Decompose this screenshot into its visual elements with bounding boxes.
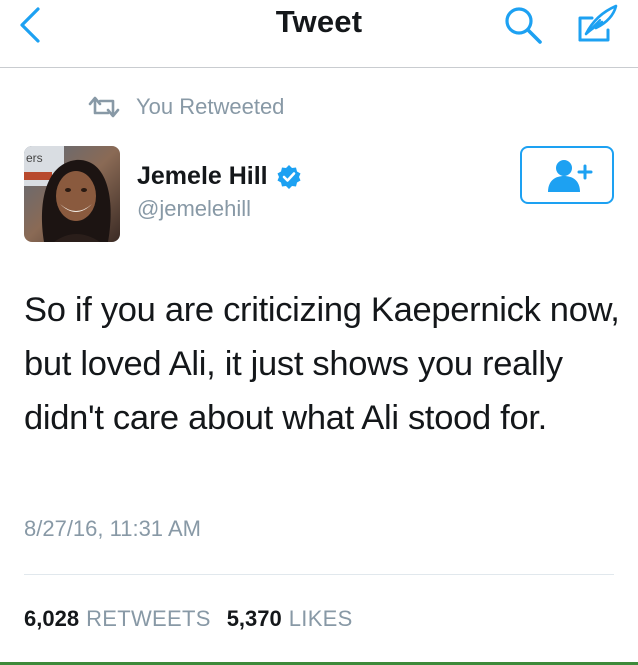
compose-tweet-icon <box>578 4 618 42</box>
author-handle[interactable]: @jemelehill <box>137 196 251 222</box>
retweets-stat[interactable]: 6,028 RETWEETS <box>24 606 211 632</box>
tweet-detail-screen: Tweet You Retweeted ers Jemele Hill @jem… <box>0 0 638 665</box>
likes-stat[interactable]: 5,370 LIKES <box>227 606 353 632</box>
avatar-background-lettering: ers <box>26 151 43 165</box>
navigation-bar: Tweet <box>0 0 638 68</box>
verified-badge-icon <box>277 164 301 189</box>
search-icon <box>505 7 542 44</box>
retweets-label: RETWEETS <box>86 606 211 631</box>
avatar-photo: ers <box>24 146 120 242</box>
compose-tweet-button[interactable] <box>572 2 620 48</box>
author-avatar[interactable]: ers <box>24 146 120 242</box>
likes-count: 5,370 <box>226 606 282 631</box>
likes-label: LIKES <box>288 606 353 631</box>
retweet-context: You Retweeted <box>86 93 284 121</box>
follow-user-icon <box>548 160 593 192</box>
author-name: Jemele Hill <box>137 162 268 190</box>
tweet-text: So if you are criticizing Kaepernick now… <box>24 291 620 437</box>
retweet-context-label: You Retweeted <box>136 94 285 119</box>
retweet-icon <box>88 96 120 118</box>
search-button[interactable] <box>500 3 546 47</box>
follow-button[interactable] <box>520 146 614 204</box>
retweets-count: 6,028 <box>24 606 80 631</box>
divider <box>24 574 614 575</box>
tweet-timestamp: 8/27/16, 11:31 AM <box>24 516 201 541</box>
tweet-stats: 6,028 RETWEETS 5,370 LIKES <box>24 606 353 632</box>
author-name-row[interactable]: Jemele Hill <box>137 162 302 191</box>
